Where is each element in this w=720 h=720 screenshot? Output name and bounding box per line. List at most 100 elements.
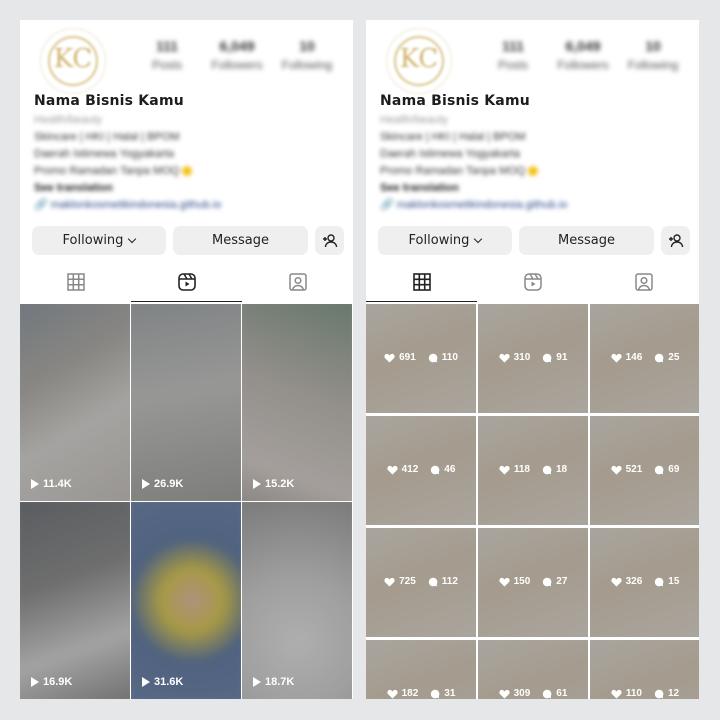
comment-icon — [431, 689, 440, 698]
reel-views: 11.4K — [31, 478, 72, 490]
add-user-button[interactable] — [661, 226, 690, 255]
post-tile[interactable]: 326 15 — [590, 528, 699, 637]
reel-tile[interactable]: 16.9K — [20, 502, 130, 699]
reel-overlay — [242, 304, 352, 501]
stat-posts[interactable]: 111 Posts — [132, 38, 202, 72]
stat-posts[interactable]: 111 Posts — [478, 38, 548, 72]
bio-line: Promo Ramadan Tanpa MOQ — [380, 163, 690, 180]
tab-reels[interactable] — [477, 262, 588, 302]
message-button[interactable]: Message — [519, 226, 654, 255]
likes-count: 521 — [625, 464, 643, 475]
heart-icon — [384, 353, 395, 363]
reel-tile[interactable]: 15.2K — [242, 304, 352, 501]
comments: 25 — [654, 352, 679, 363]
following-button[interactable]: Following — [32, 226, 166, 255]
heart-icon — [611, 465, 622, 475]
post-tile[interactable]: 150 27 — [478, 528, 588, 637]
post-metrics: 150 27 — [478, 576, 588, 587]
tagged-icon — [288, 273, 307, 291]
profile-panel-reels: KC 111 Posts 6,049 Followers 10 Followin… — [20, 20, 353, 699]
profile-name: Nama Bisnis Kamu — [380, 93, 530, 109]
reels-icon — [177, 272, 196, 291]
likes-count: 309 — [513, 688, 531, 699]
stat-followers[interactable]: 6,049 Followers — [548, 38, 618, 72]
reel-views-count: 15.2K — [265, 478, 295, 490]
reel-tile[interactable]: 26.9K — [131, 304, 241, 501]
tab-tagged[interactable] — [242, 262, 353, 302]
stat-following[interactable]: 10 Following — [272, 38, 342, 72]
reel-views: 26.9K — [142, 478, 183, 490]
post-tile[interactable]: 412 46 — [366, 416, 476, 525]
comments: 18 — [542, 464, 567, 475]
likes: 118 — [499, 464, 530, 475]
profile-stats: 111 Posts 6,049 Followers 10 Following — [478, 38, 688, 72]
likes-count: 310 — [513, 352, 531, 363]
following-count: 10 — [299, 38, 315, 54]
comments: 15 — [654, 576, 679, 587]
reel-tile[interactable]: 18.7K — [242, 502, 352, 699]
play-icon — [253, 479, 261, 489]
comments-count: 18 — [556, 464, 568, 475]
comment-icon — [654, 689, 664, 698]
reel-views-count: 16.9K — [43, 676, 73, 688]
post-tile[interactable]: 110 12 — [590, 640, 699, 699]
post-tile[interactable]: 725 112 — [366, 528, 476, 637]
reel-views-count: 11.4K — [43, 478, 72, 490]
profile-bio: Health/beauty Skincare | HKI | Halal | B… — [380, 112, 690, 214]
comment-icon — [542, 465, 552, 474]
reel-views-count: 18.7K — [265, 676, 295, 688]
likes-count: 182 — [401, 688, 419, 699]
post-metrics: 118 18 — [478, 464, 588, 475]
see-translation-link[interactable]: See translation — [380, 180, 690, 197]
comments-count: 46 — [444, 464, 456, 475]
stat-followers[interactable]: 6,049 Followers — [202, 38, 272, 72]
profile-link[interactable]: 🔗 maklonkosmetikindonesia.github.io — [34, 197, 344, 214]
bio-line: Skincare | HKI | Halal | BPOM — [34, 131, 180, 143]
post-tile[interactable]: 691 110 — [366, 304, 476, 413]
reel-tile[interactable]: 11.4K — [20, 304, 130, 501]
comments-count: 31 — [444, 688, 456, 699]
reels-icon — [523, 273, 542, 291]
post-tile[interactable]: 182 31 — [366, 640, 476, 699]
bio-line-text: Promo Ramadan Tanpa MOQ — [380, 165, 526, 177]
tab-grid[interactable] — [366, 262, 477, 302]
play-icon — [142, 479, 150, 489]
profile-link[interactable]: 🔗 maklonkosmetikindonesia.github.io — [380, 197, 690, 214]
comments: 27 — [542, 576, 567, 587]
reel-tile[interactable]: 31.6K — [131, 502, 241, 699]
heart-icon — [499, 465, 510, 475]
comments: 46 — [430, 464, 455, 475]
heart-icon — [611, 689, 622, 699]
see-translation-link[interactable]: See translation — [34, 180, 344, 197]
reel-views: 16.9K — [31, 676, 72, 688]
comments-count: 91 — [556, 352, 568, 363]
likes: 725 — [384, 576, 416, 587]
stat-following[interactable]: 10 Following — [618, 38, 688, 72]
tab-grid[interactable] — [20, 262, 131, 302]
message-button-label: Message — [212, 233, 269, 248]
tab-reels[interactable] — [131, 262, 242, 302]
message-button[interactable]: Message — [173, 226, 308, 255]
following-button-label: Following — [62, 233, 124, 248]
add-user-button[interactable] — [315, 226, 344, 255]
heart-icon — [387, 689, 398, 699]
reel-views: 18.7K — [253, 676, 294, 688]
tab-tagged[interactable] — [588, 262, 699, 302]
comments-count: 110 — [441, 352, 458, 363]
sun-emoji-icon — [528, 166, 539, 177]
comments-count: 12 — [668, 688, 680, 699]
post-tile[interactable]: 309 61 — [478, 640, 588, 699]
chevron-down-icon — [474, 234, 483, 243]
post-tile[interactable]: 118 18 — [478, 416, 588, 525]
profile-avatar[interactable]: KC — [40, 28, 106, 94]
bio-line: Skincare | HKI | Halal | BPOM — [380, 131, 526, 143]
following-button[interactable]: Following — [378, 226, 512, 255]
post-metrics: 412 46 — [366, 464, 476, 475]
post-tile[interactable]: 146 25 — [590, 304, 699, 413]
post-tile[interactable]: 310 91 — [478, 304, 588, 413]
comments-count: 27 — [556, 576, 568, 587]
post-tile[interactable]: 521 69 — [590, 416, 699, 525]
profile-category: Health/beauty — [380, 114, 448, 126]
bio-line: Promo Ramadan Tanpa MOQ — [34, 163, 344, 180]
profile-avatar[interactable]: KC — [386, 28, 452, 94]
